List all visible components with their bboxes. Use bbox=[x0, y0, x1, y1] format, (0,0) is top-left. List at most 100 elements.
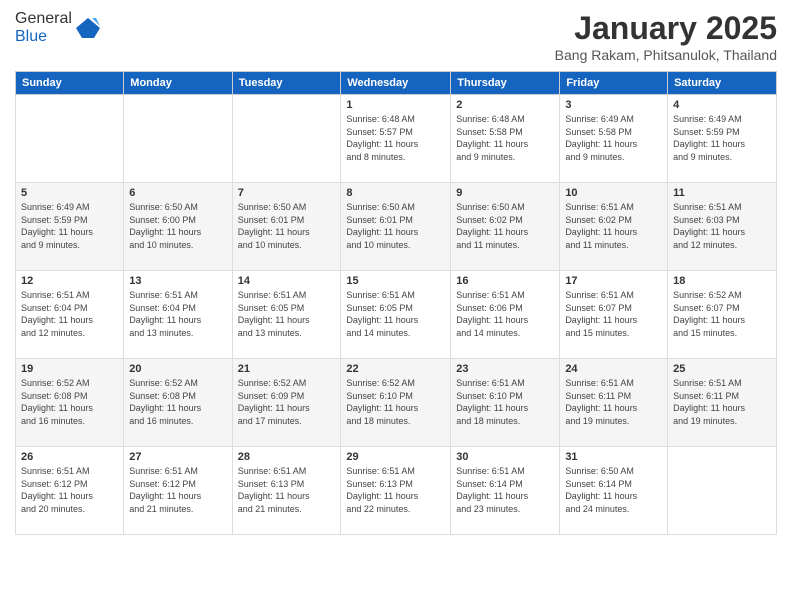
calendar-cell bbox=[124, 95, 232, 183]
calendar-cell: 22Sunrise: 6:52 AM Sunset: 6:10 PM Dayli… bbox=[341, 359, 451, 447]
day-number: 22 bbox=[346, 363, 445, 375]
calendar-cell: 21Sunrise: 6:52 AM Sunset: 6:09 PM Dayli… bbox=[232, 359, 341, 447]
logo-blue-text: Blue bbox=[15, 28, 47, 45]
day-number: 28 bbox=[238, 451, 336, 463]
day-number: 16 bbox=[456, 275, 554, 287]
calendar-cell: 8 Sunrise: 6:50 AM Sunset: 6:01 PM Daylig… bbox=[341, 183, 451, 271]
day-number: 4 bbox=[673, 99, 771, 111]
calendar-cell: 17 Sunrise: 6:51 AM Sunset: 6:07 PM Dayli… bbox=[560, 271, 668, 359]
calendar-week-row: 19 Sunrise: 6:52 AM Sunset: 6:08 PM Dayli… bbox=[16, 359, 777, 447]
calendar-cell: 2 Sunrise: 6:48 AM Sunset: 5:58 PM Daylig… bbox=[451, 95, 560, 183]
day-info: Sunrise: 6:50 AM Sunset: 6:01 PM Dayligh… bbox=[346, 201, 445, 251]
day-info: Sunrise: 6:49 AM Sunset: 5:59 PM Dayligh… bbox=[21, 201, 118, 251]
calendar-cell: 4 Sunrise: 6:49 AM Sunset: 5:59 PM Daylig… bbox=[668, 95, 777, 183]
month-title: January 2025 bbox=[555, 10, 777, 47]
day-number: 3 bbox=[565, 99, 662, 111]
calendar-cell: 15 Sunrise: 6:51 AM Sunset: 6:05 PM Dayli… bbox=[341, 271, 451, 359]
day-number: 11 bbox=[673, 187, 771, 199]
calendar-cell: 11 Sunrise: 6:51 AM Sunset: 6:03 PM Dayli… bbox=[668, 183, 777, 271]
calendar-cell: 19 Sunrise: 6:52 AM Sunset: 6:08 PM Dayli… bbox=[16, 359, 124, 447]
day-info: Sunrise: 6:51 AM Sunset: 6:04 PM Dayligh… bbox=[129, 289, 226, 339]
day-number: 27 bbox=[129, 451, 226, 463]
calendar-weekday: Thursday bbox=[451, 72, 560, 95]
day-info: Sunrise: 6:51 AM Sunset: 6:12 PM Dayligh… bbox=[21, 465, 118, 515]
calendar-cell: 14 Sunrise: 6:51 AM Sunset: 6:05 PM Dayli… bbox=[232, 271, 341, 359]
calendar-cell: 5 Sunrise: 6:49 AM Sunset: 5:59 PM Daylig… bbox=[16, 183, 124, 271]
day-number: 20 bbox=[129, 363, 226, 375]
day-number: 15 bbox=[346, 275, 445, 287]
day-number: 2 bbox=[456, 99, 554, 111]
day-info: Sunrise: 6:51 AM Sunset: 6:03 PM Dayligh… bbox=[673, 201, 771, 251]
calendar-weekday: Sunday bbox=[16, 72, 124, 95]
day-number: 29 bbox=[346, 451, 445, 463]
day-info: Sunrise: 6:51 AM Sunset: 6:12 PM Dayligh… bbox=[129, 465, 226, 515]
calendar-cell: 16 Sunrise: 6:51 AM Sunset: 6:06 PM Dayli… bbox=[451, 271, 560, 359]
day-number: 5 bbox=[21, 187, 118, 199]
day-info: Sunrise: 6:51 AM Sunset: 6:13 PM Dayligh… bbox=[346, 465, 445, 515]
day-number: 25 bbox=[673, 363, 771, 375]
calendar-cell: 6Sunrise: 6:50 AM Sunset: 6:00 PM Daylig… bbox=[124, 183, 232, 271]
logo-icon bbox=[74, 14, 102, 42]
day-info: Sunrise: 6:51 AM Sunset: 6:13 PM Dayligh… bbox=[238, 465, 336, 515]
calendar-cell: 23Sunrise: 6:51 AM Sunset: 6:10 PM Dayli… bbox=[451, 359, 560, 447]
calendar-cell: 24 Sunrise: 6:51 AM Sunset: 6:11 PM Dayli… bbox=[560, 359, 668, 447]
page: General Blue January 2025 Bang Rakam, Ph… bbox=[0, 0, 792, 612]
day-number: 24 bbox=[565, 363, 662, 375]
day-number: 1 bbox=[346, 99, 445, 111]
day-info: Sunrise: 6:48 AM Sunset: 5:58 PM Dayligh… bbox=[456, 113, 554, 163]
calendar-week-row: 5 Sunrise: 6:49 AM Sunset: 5:59 PM Daylig… bbox=[16, 183, 777, 271]
calendar-cell: 27 Sunrise: 6:51 AM Sunset: 6:12 PM Dayli… bbox=[124, 447, 232, 535]
day-number: 17 bbox=[565, 275, 662, 287]
day-info: Sunrise: 6:51 AM Sunset: 6:11 PM Dayligh… bbox=[565, 377, 662, 427]
calendar-cell: 28 Sunrise: 6:51 AM Sunset: 6:13 PM Dayli… bbox=[232, 447, 341, 535]
calendar-weekday: Monday bbox=[124, 72, 232, 95]
calendar-cell: 30 Sunrise: 6:51 AM Sunset: 6:14 PM Dayli… bbox=[451, 447, 560, 535]
day-number: 7 bbox=[238, 187, 336, 199]
day-number: 13 bbox=[129, 275, 226, 287]
day-info: Sunrise: 6:51 AM Sunset: 6:05 PM Dayligh… bbox=[346, 289, 445, 339]
day-info: Sunrise: 6:51 AM Sunset: 6:07 PM Dayligh… bbox=[565, 289, 662, 339]
day-info: Sunrise: 6:51 AM Sunset: 6:06 PM Dayligh… bbox=[456, 289, 554, 339]
day-info: Sunrise: 6:51 AM Sunset: 6:05 PM Dayligh… bbox=[238, 289, 336, 339]
day-info: Sunrise: 6:48 AM Sunset: 5:57 PM Dayligh… bbox=[346, 113, 445, 163]
day-info: Sunrise: 6:51 AM Sunset: 6:04 PM Dayligh… bbox=[21, 289, 118, 339]
day-number: 12 bbox=[21, 275, 118, 287]
location: Bang Rakam, Phitsanulok, Thailand bbox=[555, 47, 777, 63]
day-info: Sunrise: 6:51 AM Sunset: 6:11 PM Dayligh… bbox=[673, 377, 771, 427]
day-info: Sunrise: 6:50 AM Sunset: 6:02 PM Dayligh… bbox=[456, 201, 554, 251]
day-number: 8 bbox=[346, 187, 445, 199]
day-info: Sunrise: 6:50 AM Sunset: 6:01 PM Dayligh… bbox=[238, 201, 336, 251]
day-info: Sunrise: 6:50 AM Sunset: 6:14 PM Dayligh… bbox=[565, 465, 662, 515]
day-number: 30 bbox=[456, 451, 554, 463]
calendar-week-row: 1 Sunrise: 6:48 AM Sunset: 5:57 PM Daylig… bbox=[16, 95, 777, 183]
calendar-cell bbox=[16, 95, 124, 183]
day-number: 18 bbox=[673, 275, 771, 287]
logo-general-text: General bbox=[15, 10, 72, 27]
calendar-table: SundayMondayTuesdayWednesdayThursdayFrid… bbox=[15, 71, 777, 535]
calendar-cell: 25 Sunrise: 6:51 AM Sunset: 6:11 PM Dayli… bbox=[668, 359, 777, 447]
calendar-cell: 10Sunrise: 6:51 AM Sunset: 6:02 PM Dayli… bbox=[560, 183, 668, 271]
day-info: Sunrise: 6:49 AM Sunset: 5:59 PM Dayligh… bbox=[673, 113, 771, 163]
day-number: 19 bbox=[21, 363, 118, 375]
day-number: 6 bbox=[129, 187, 226, 199]
calendar-cell: 7 Sunrise: 6:50 AM Sunset: 6:01 PM Daylig… bbox=[232, 183, 341, 271]
day-number: 9 bbox=[456, 187, 554, 199]
day-number: 10 bbox=[565, 187, 662, 199]
calendar-cell bbox=[668, 447, 777, 535]
calendar-cell: 12 Sunrise: 6:51 AM Sunset: 6:04 PM Dayli… bbox=[16, 271, 124, 359]
day-info: Sunrise: 6:51 AM Sunset: 6:14 PM Dayligh… bbox=[456, 465, 554, 515]
calendar-cell: 13 Sunrise: 6:51 AM Sunset: 6:04 PM Dayli… bbox=[124, 271, 232, 359]
calendar-cell: 20 Sunrise: 6:52 AM Sunset: 6:08 PM Dayli… bbox=[124, 359, 232, 447]
calendar-weekday: Wednesday bbox=[341, 72, 451, 95]
day-info: Sunrise: 6:52 AM Sunset: 6:08 PM Dayligh… bbox=[129, 377, 226, 427]
day-info: Sunrise: 6:52 AM Sunset: 6:08 PM Dayligh… bbox=[21, 377, 118, 427]
day-info: Sunrise: 6:51 AM Sunset: 6:10 PM Dayligh… bbox=[456, 377, 554, 427]
day-number: 31 bbox=[565, 451, 662, 463]
day-number: 21 bbox=[238, 363, 336, 375]
calendar-cell: 9 Sunrise: 6:50 AM Sunset: 6:02 PM Daylig… bbox=[451, 183, 560, 271]
day-number: 14 bbox=[238, 275, 336, 287]
calendar-header-row: SundayMondayTuesdayWednesdayThursdayFrid… bbox=[16, 72, 777, 95]
logo: General Blue bbox=[15, 10, 102, 46]
calendar-cell: 29 Sunrise: 6:51 AM Sunset: 6:13 PM Dayli… bbox=[341, 447, 451, 535]
day-number: 26 bbox=[21, 451, 118, 463]
